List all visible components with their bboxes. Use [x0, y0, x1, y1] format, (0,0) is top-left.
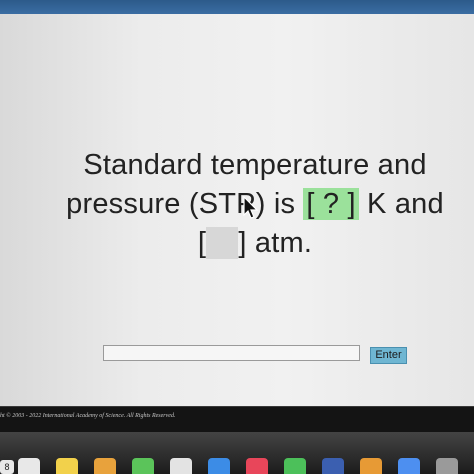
pressure-blank[interactable] [206, 227, 239, 259]
question-text-part: K and [358, 188, 444, 220]
books-icon[interactable] [360, 458, 382, 474]
music-icon[interactable] [246, 458, 268, 474]
enter-button[interactable]: Enter [370, 347, 407, 364]
messages-icon[interactable] [132, 458, 154, 474]
temperature-blank[interactable]: [ ? ] [303, 188, 359, 220]
facetime-icon[interactable] [284, 458, 306, 474]
app-store-icon[interactable] [208, 458, 230, 474]
screen: Standard temperature and pressure (STP) … [0, 0, 474, 474]
notes-icon[interactable] [56, 458, 78, 474]
question-text-part: atm. [246, 227, 313, 259]
dock-badge: 8 [0, 460, 14, 474]
question-text-part: pressure (STP) is [66, 188, 304, 220]
question-line-3: [ ] atm. [40, 224, 470, 263]
mouse-cursor-icon [243, 196, 259, 219]
finder-icon[interactable] [18, 458, 40, 474]
footer: ht © 2003 - 2022 International Academy o… [0, 406, 474, 433]
pressure-blank-open: [ [197, 227, 207, 259]
pressure-blank-close: ] [238, 227, 247, 259]
word-icon[interactable] [322, 458, 344, 474]
chrome-icon[interactable] [170, 458, 192, 474]
copyright-text: ht © 2003 - 2022 International Academy o… [0, 413, 176, 419]
zoom-icon[interactable] [398, 458, 420, 474]
answer-input[interactable] [103, 345, 360, 361]
dock: 8 [0, 432, 474, 474]
browser-top-bar [0, 0, 474, 14]
question-line-1: Standard temperature and [83, 149, 427, 181]
settings-icon[interactable] [436, 458, 458, 474]
photos-icon[interactable] [94, 458, 116, 474]
